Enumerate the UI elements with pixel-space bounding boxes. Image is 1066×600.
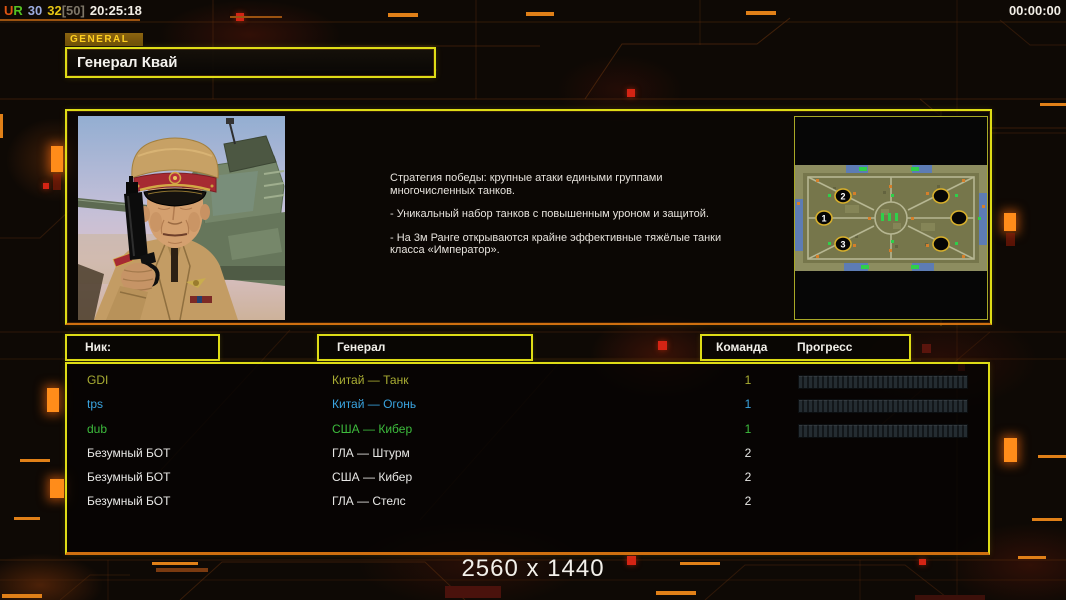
player-nick: Безумный БОТ (87, 494, 171, 509)
strategy-line-2: - Уникальный набор танков с повышенным у… (390, 208, 709, 220)
net-value-1: 30 (27, 3, 43, 18)
player-general: ГЛА — Стелс (332, 494, 406, 509)
deco-square (50, 479, 64, 498)
deco-dash (2, 594, 42, 598)
deco-square (1004, 213, 1016, 231)
deco-block (445, 586, 501, 598)
general-portrait (78, 116, 285, 320)
player-row: Безумный БОТ ГЛА — Штурм 2 (67, 441, 988, 465)
player-rows: GDI Китай — Танк 1 tps Китай — Огонь 1 d… (67, 368, 988, 514)
net-value-max: [50] (61, 3, 85, 18)
general-portrait-image (78, 116, 285, 320)
loading-progress-bar (798, 399, 968, 414)
deco-square (658, 341, 667, 350)
player-nick: GDI (87, 373, 109, 387)
deco-dash (1032, 518, 1062, 521)
player-general: Китай — Огонь (332, 397, 417, 412)
player-row: GDI Китай — Танк 1 (67, 368, 988, 392)
spawn-point-2: 2 (840, 192, 845, 202)
column-header-general: Генерал (317, 334, 533, 361)
column-header-nick: Ник: (65, 334, 220, 361)
deco-line (0, 19, 140, 21)
player-team: 1 (744, 421, 752, 436)
deco-dash (0, 114, 3, 138)
deco-square (43, 183, 49, 189)
strategy-line-3: - На 3м Ранге открываются крайне эффекти… (390, 231, 722, 257)
general-tab-label: GENERAL (65, 33, 143, 46)
deco-trail (1006, 233, 1015, 246)
net-upload-label: U (4, 3, 14, 18)
net-rate-label: R (13, 3, 23, 18)
deco-dash (1040, 103, 1066, 106)
deco-line (230, 16, 282, 18)
deco-dash (20, 459, 50, 462)
match-timer: 00:00:00 (1008, 3, 1061, 18)
player-team: 2 (744, 494, 752, 509)
player-general: Китай — Танк (332, 373, 409, 387)
nick-header-label: Ник: (85, 340, 112, 354)
deco-square (51, 146, 63, 172)
player-nick: Безумный БОТ (87, 470, 171, 485)
general-header-label: Генерал (337, 340, 386, 354)
deco-square (922, 344, 931, 353)
player-nick: dub (87, 421, 108, 436)
map-preview-box: 2 1 3 (794, 116, 988, 320)
spawn-point-1: 1 (821, 214, 826, 224)
player-nick: tps (87, 397, 104, 412)
player-general: ГЛА — Штурм (332, 445, 410, 460)
deco-dash (526, 12, 554, 16)
player-team: 2 (744, 445, 752, 460)
player-team: 1 (744, 373, 752, 387)
net-value-2: 32 (47, 3, 62, 18)
deco-dash (1038, 455, 1066, 458)
strategy-description: Стратегия победы: крупные атаки едиными … (390, 172, 735, 268)
deco-square (1004, 438, 1017, 462)
team-header-label: Команда (716, 340, 768, 354)
minimap-image: 2 1 3 (795, 165, 987, 271)
progress-header-label: Прогресс (797, 340, 853, 354)
player-team: 2 (744, 470, 752, 485)
strategy-line-1: Стратегия победы: крупные атаки едиными … (390, 172, 663, 197)
general-name: Генерал Квай (77, 54, 178, 71)
network-status: UR 30 32[50] 20:25:18 (4, 3, 142, 18)
player-row: Безумный БОТ ГЛА — Стелс 2 (67, 489, 988, 513)
deco-dash (746, 11, 776, 15)
loading-screen: UR 30 32[50] 20:25:18 00:00:00 GENERAL Гене… (0, 0, 1066, 600)
player-nick: Безумный БОТ (87, 445, 171, 460)
deco-dash (656, 591, 696, 595)
player-team: 1 (744, 397, 752, 412)
player-row: Безумный БОТ США — Кибер 2 (67, 465, 988, 489)
general-title-box: Генерал Квай (65, 47, 436, 78)
player-row: dub США — Кибер 1 (67, 417, 988, 441)
deco-trail (53, 174, 61, 190)
player-row: tps Китай — Огонь 1 (67, 392, 988, 416)
deco-dash (14, 517, 40, 520)
deco-square (627, 89, 635, 97)
clock: 20:25:18 (89, 3, 142, 18)
deco-block (915, 595, 985, 600)
deco-square (47, 388, 59, 412)
player-general: США — Кибер (332, 421, 413, 436)
map-resolution-label: 2560 x 1440 (461, 555, 605, 582)
deco-dash (388, 13, 418, 17)
column-header-team-progress: Команда Прогресс (700, 334, 911, 361)
loading-progress-bar (798, 423, 968, 438)
loading-progress-bar (798, 375, 968, 389)
player-general: США — Кибер (332, 470, 413, 485)
player-roster: GDI Китай — Танк 1 tps Китай — Огонь 1 d… (65, 362, 990, 555)
spawn-point-3: 3 (840, 240, 845, 250)
